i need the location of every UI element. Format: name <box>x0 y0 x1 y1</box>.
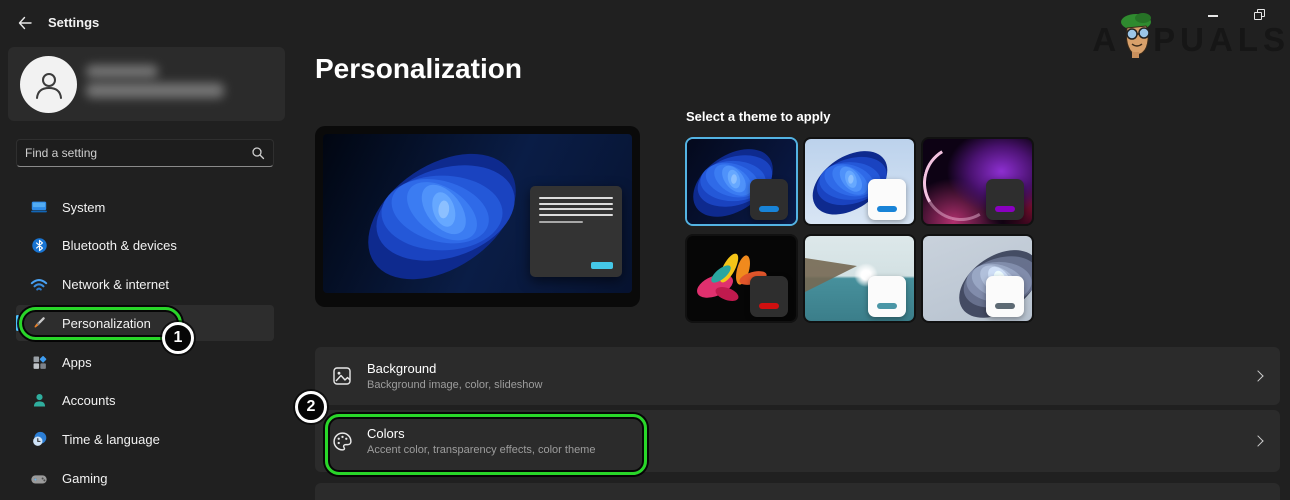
theme-mini-card <box>750 179 788 220</box>
mountain-graphic <box>805 258 857 292</box>
theme-accent-pill <box>877 206 897 212</box>
user-name-redacted <box>86 65 158 78</box>
sidebar-item-personalization[interactable]: Personalization <box>16 305 274 342</box>
selected-accent-bar <box>16 315 19 332</box>
theme-accent-pill <box>995 206 1015 212</box>
next-settings-row-partial[interactable] <box>315 483 1280 500</box>
minimize-icon <box>1208 15 1218 17</box>
theme-thumbnail-4[interactable] <box>685 234 798 323</box>
background-settings-row[interactable]: Background Background image, color, slid… <box>315 347 1280 405</box>
colors-settings-row[interactable]: Colors Accent color, transparency effect… <box>315 410 1280 472</box>
theme-mini-card <box>750 276 788 317</box>
theme-mini-card <box>868 179 906 220</box>
back-arrow-icon <box>18 16 32 30</box>
sidebar-item-label: Apps <box>62 354 92 370</box>
sidebar-item-bluetooth[interactable]: Bluetooth & devices <box>16 228 274 264</box>
minimize-button[interactable] <box>1200 6 1226 26</box>
restore-button[interactable] <box>1246 6 1272 26</box>
sidebar-item-time-language[interactable]: Time & language <box>16 422 274 458</box>
theme-accent-pill <box>759 206 779 212</box>
user-email-redacted <box>86 83 224 98</box>
row-title: Colors <box>367 426 405 441</box>
sidebar-item-label: Gaming <box>62 471 108 487</box>
bluetooth-icon <box>30 237 48 255</box>
chevron-right-icon <box>1252 370 1264 382</box>
theme-mini-card <box>868 276 906 317</box>
preview-accent-button <box>591 262 613 269</box>
theme-accent-pill <box>995 303 1015 309</box>
search-icon <box>252 147 265 160</box>
sidebar-item-system[interactable]: System <box>16 189 274 225</box>
window-title: Settings <box>48 15 100 30</box>
system-icon <box>30 198 48 216</box>
gamepad-icon <box>30 470 48 488</box>
row-title: Background <box>367 361 437 376</box>
theme-thumbnail-5[interactable] <box>803 234 916 323</box>
apps-icon <box>30 353 48 371</box>
sidebar-item-network[interactable]: Network & internet <box>16 267 274 303</box>
search-input[interactable] <box>25 146 251 160</box>
sidebar-item-label: Network & internet <box>62 277 169 293</box>
settings-window: Settings A PUALS Find a setting System B… <box>0 0 1290 500</box>
theme-accent-pill <box>759 303 779 309</box>
person-icon <box>35 72 62 99</box>
theme-mini-card <box>986 179 1024 220</box>
theme-thumbnail-3[interactable] <box>921 137 1034 226</box>
theme-accent-pill <box>877 303 897 309</box>
background-image-icon <box>331 365 353 387</box>
appuals-mascot-icon <box>1121 13 1152 58</box>
sidebar-item-label: Time & language <box>62 432 160 448</box>
sidebar-item-label: Accounts <box>62 393 116 409</box>
bloom-wallpaper-graphic <box>353 134 531 293</box>
row-subtitle: Background image, color, slideshow <box>367 379 543 391</box>
page-title: Personalization <box>315 53 522 84</box>
row-subtitle: Accent color, transparency effects, colo… <box>367 444 596 456</box>
color-palette-icon <box>331 430 353 452</box>
theme-mini-card <box>986 276 1024 317</box>
themes-section-title: Select a theme to apply <box>686 109 831 124</box>
sidebar-item-label: System <box>62 199 106 215</box>
sidebar-item-accounts[interactable]: Accounts <box>16 383 274 419</box>
watermark-text-right: PUALS <box>1153 21 1290 58</box>
wifi-icon <box>30 276 48 294</box>
accounts-icon <box>30 392 48 410</box>
theme-preview-wallpaper <box>323 134 632 293</box>
sidebar-item-gaming[interactable]: Gaming <box>16 461 274 497</box>
user-profile-card[interactable] <box>8 47 285 121</box>
sidebar-nav: System Bluetooth & devices Network & int… <box>16 189 274 499</box>
search-box[interactable] <box>16 139 274 167</box>
theme-thumbnail-1[interactable] <box>685 137 798 226</box>
theme-preview <box>315 126 640 307</box>
chevron-right-icon <box>1252 435 1264 447</box>
sidebar-item-label: Personalization <box>62 315 151 331</box>
step-badge-1: 1 <box>162 322 194 354</box>
avatar <box>20 56 77 113</box>
theme-thumbnail-2[interactable] <box>803 137 916 226</box>
sidebar-item-label: Bluetooth & devices <box>62 238 177 254</box>
theme-thumbnail-6[interactable] <box>921 234 1034 323</box>
clock-icon <box>30 431 48 449</box>
back-button[interactable] <box>14 12 36 34</box>
paintbrush-icon <box>30 314 48 332</box>
sidebar-item-apps[interactable]: Apps <box>16 344 274 380</box>
preview-app-window <box>530 186 622 277</box>
step-badge-2: 2 <box>295 391 327 423</box>
themes-grid <box>685 137 1039 323</box>
watermark-text-left: A <box>1092 21 1122 58</box>
